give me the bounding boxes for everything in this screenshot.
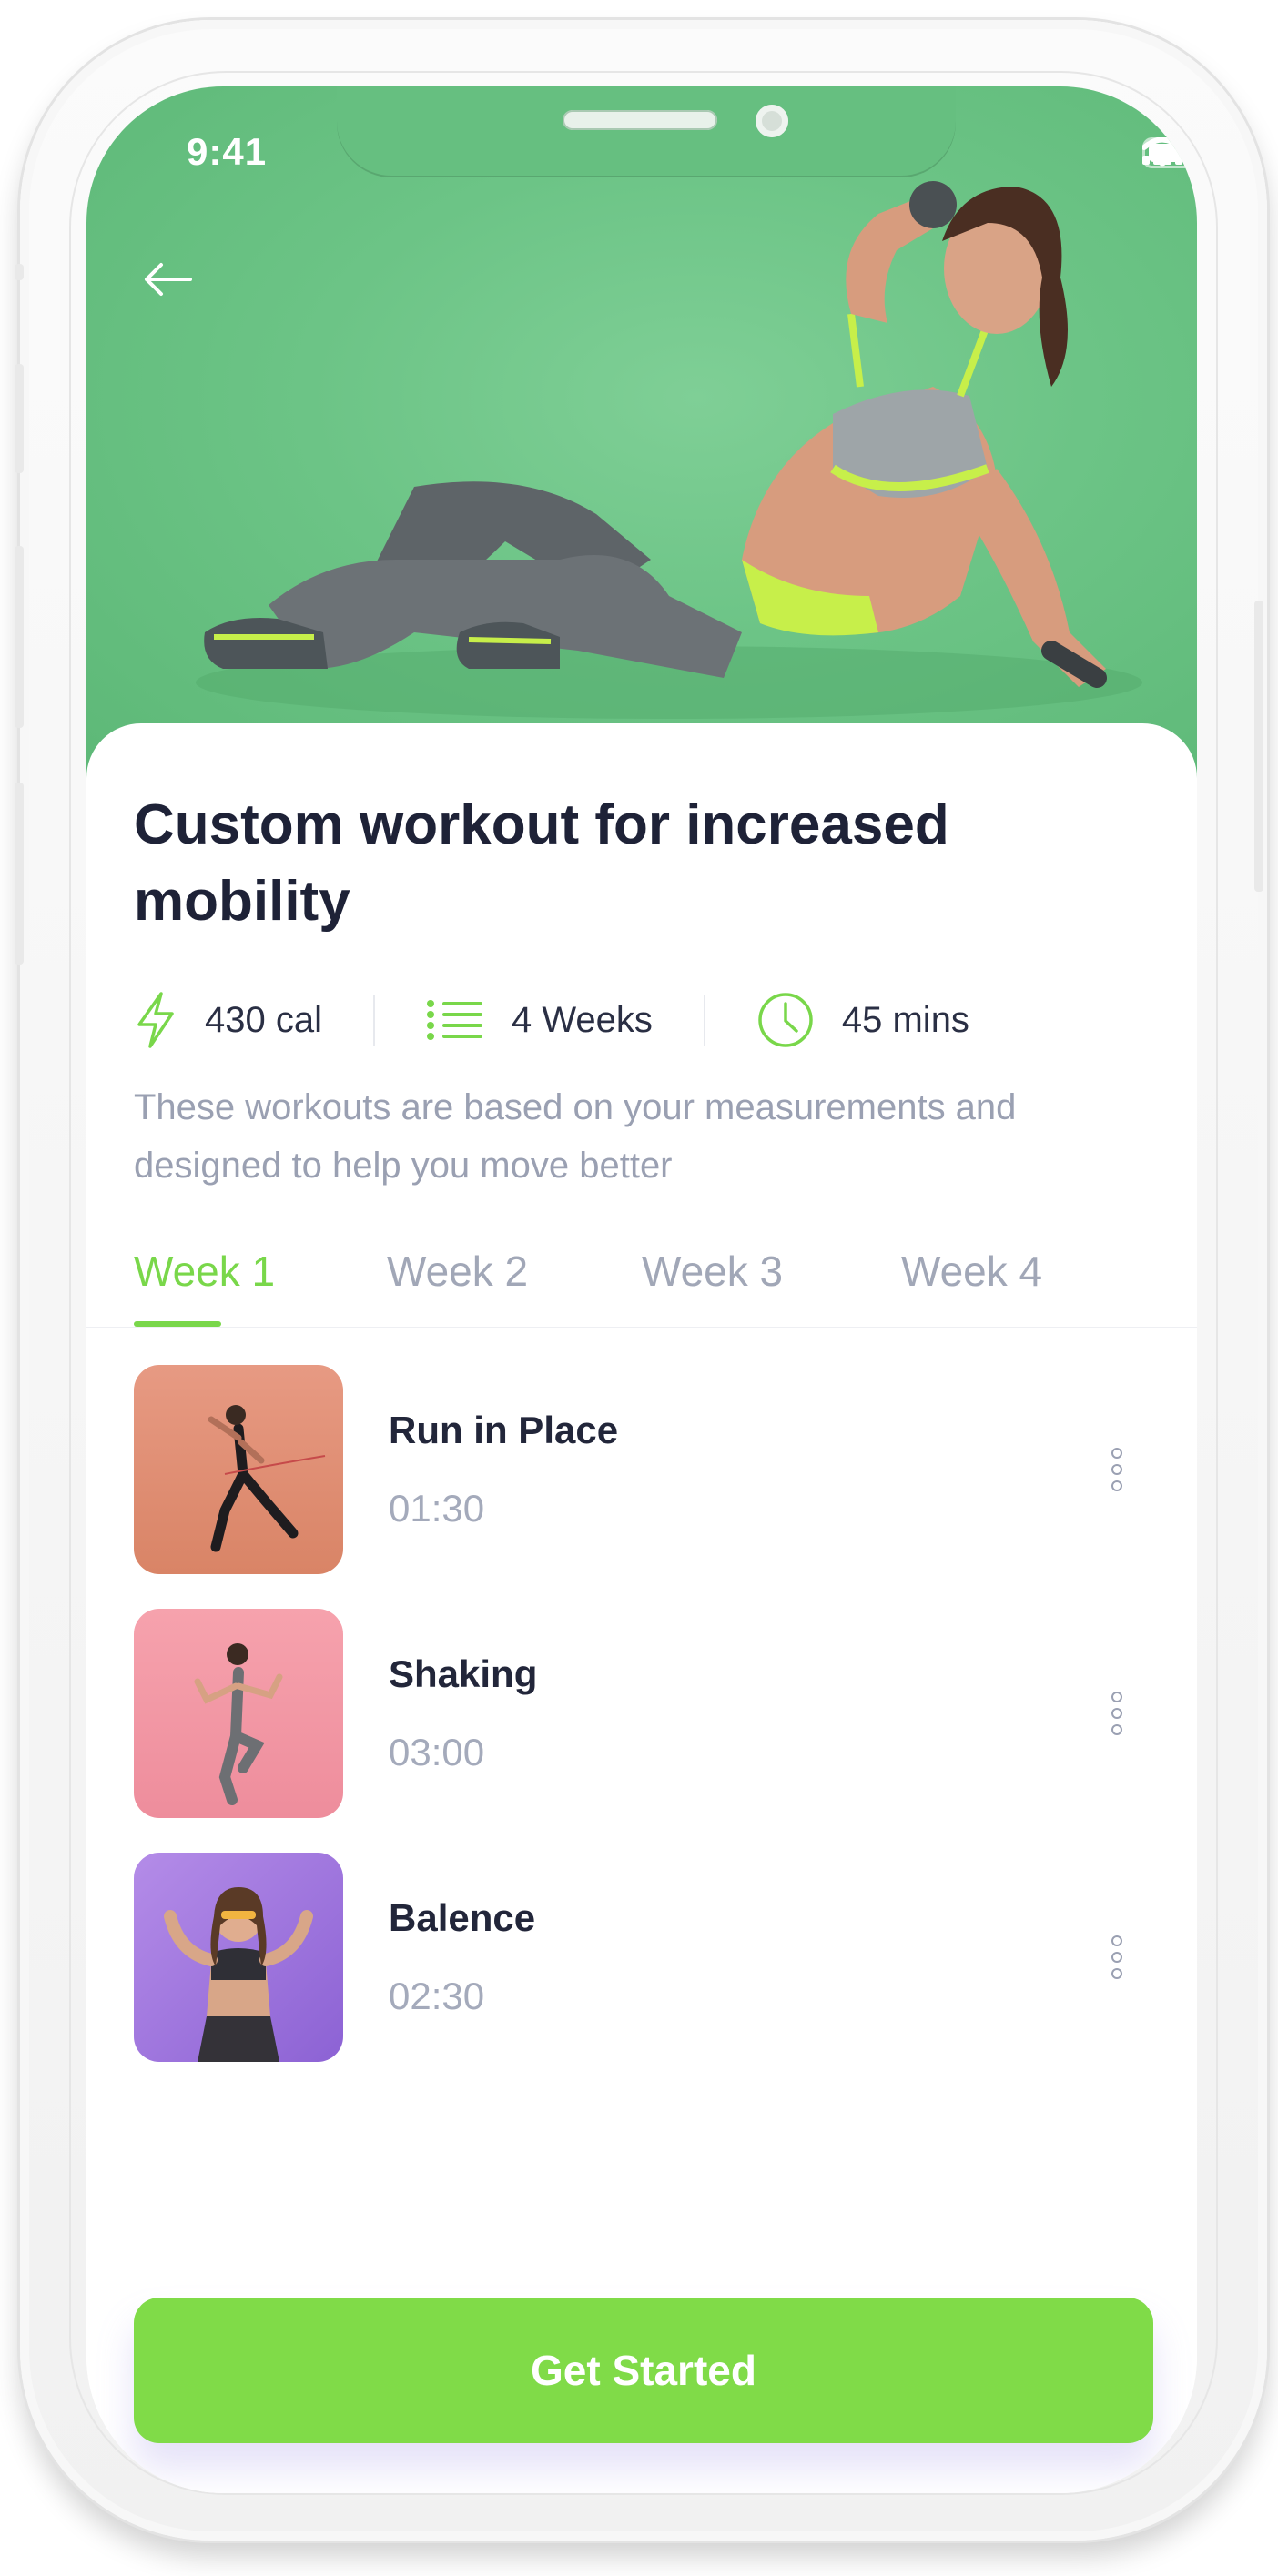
more-options-button[interactable] [1099,1921,1135,1994]
stat-divider [703,995,705,1046]
exercise-item[interactable]: Shaking 03:00 [134,1609,1153,1818]
stat-calories: 430 cal [134,992,322,1048]
front-camera [756,105,788,137]
more-options-button[interactable] [1099,1677,1135,1750]
exercise-thumbnail [134,1609,343,1818]
active-tab-indicator [134,1321,221,1327]
side-button-power [1254,601,1263,892]
tab-week-2[interactable]: Week 2 [387,1247,528,1296]
more-options-button[interactable] [1099,1433,1135,1506]
exercise-name: Run in Place [389,1409,619,1451]
exercise-name: Shaking [389,1652,538,1695]
workout-detail-card: Custom workout for increased mobility 43… [86,723,1197,2493]
exercise-thumbnail [134,1853,343,2062]
more-dot [1111,1448,1122,1459]
tab-week-3[interactable]: Week 3 [642,1247,783,1296]
status-bar-time: 9:41 [187,130,268,173]
more-dot [1111,1708,1122,1719]
battery-icon [1142,137,1197,168]
workout-stats: 430 cal 4 Weeks 45 mins [134,984,1153,1056]
shaking-illustration [134,1609,343,1818]
list-icon [426,1000,482,1040]
side-button-volume-down [15,546,24,728]
more-dot [1111,1968,1122,1979]
stat-divider [372,995,375,1046]
more-dot [1111,1935,1122,1946]
exercise-item[interactable]: Balence 02:30 [134,1853,1153,2062]
exercise-name: Balence [389,1896,536,1939]
side-button-extra [15,783,24,965]
minutes-value: 45 mins [841,999,969,1040]
exercise-duration: 01:30 [389,1487,485,1530]
earpiece-speaker [563,110,717,130]
workout-description: These workouts are based on your measure… [134,1087,1017,1186]
exercise-duration: 03:00 [389,1731,485,1773]
week-tabs: Week 1 Week 2 Week 3 Week 4 [86,1237,1197,1328]
workout-title: Custom workout for increased mobility [134,793,949,933]
app-screen: 9:41 Custom workout for increased mobili… [86,86,1197,2493]
tab-week-4[interactable]: Week 4 [901,1247,1042,1296]
side-button-silent [15,264,24,280]
more-dot [1111,1952,1122,1963]
device-notch [337,86,956,177]
hero-image: 9:41 [86,86,1197,778]
exercise-item[interactable]: Run in Place 01:30 [134,1365,1153,1574]
get-started-button[interactable]: Get Started [134,2298,1153,2443]
back-button[interactable] [143,261,207,316]
exercise-thumbnail [134,1365,343,1574]
tab-week-1[interactable]: Week 1 [134,1247,275,1296]
stat-duration-weeks: 4 Weeks [426,1000,653,1041]
exercise-duration: 02:30 [389,1975,485,2017]
more-dot [1111,1464,1122,1475]
weeks-value: 4 Weeks [511,999,653,1040]
stat-session-length: 45 mins [756,991,969,1049]
calories-value: 430 cal [205,999,322,1040]
lightning-icon [137,992,174,1048]
side-button-volume-up [15,364,24,473]
balance-illustration [134,1853,343,2062]
athlete-illustration [196,181,1142,719]
more-dot [1111,1480,1122,1491]
arrow-left-icon [145,263,192,296]
clock-icon [758,993,813,1047]
more-dot [1111,1724,1122,1735]
more-dot [1111,1692,1122,1702]
runner-illustration [134,1365,343,1574]
